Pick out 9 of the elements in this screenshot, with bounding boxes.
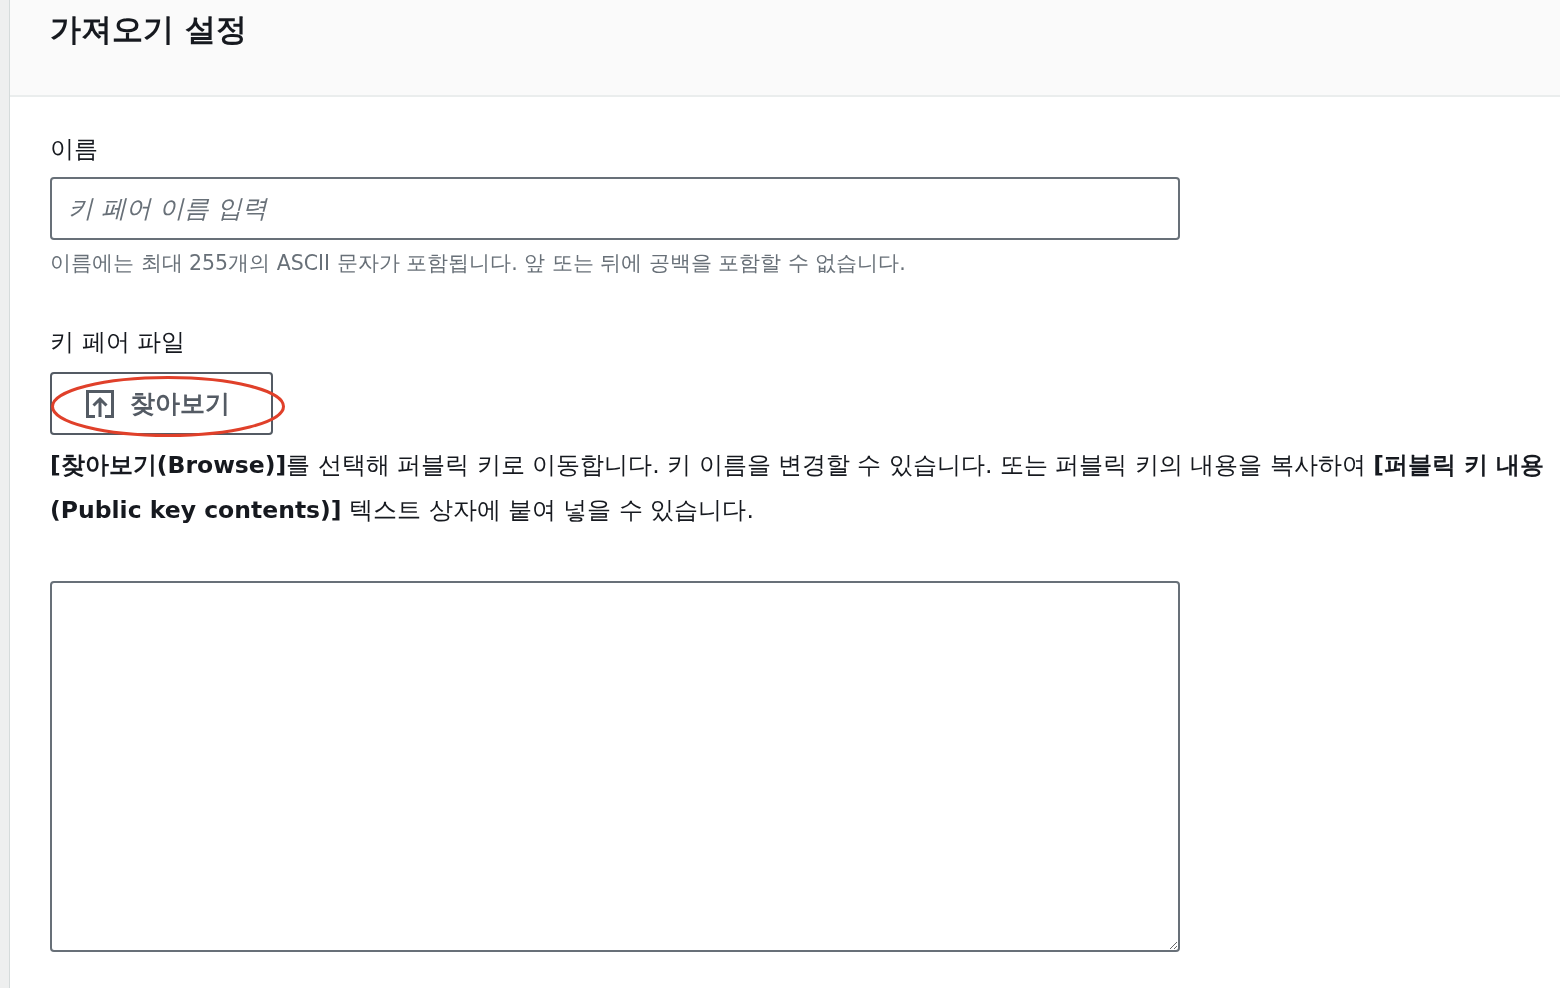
upload-icon — [86, 389, 114, 418]
field-label: 이름 — [50, 134, 98, 165]
section-title: 가져오기 설정 — [50, 11, 247, 49]
field-hint: 이름에는 최대 255개의 ASCII 문자가 포함됩니다. 앞 또는 뒤에 공백을 포함할 수 없습니다. — [50, 250, 906, 277]
field-label: 키 페어 파일 — [50, 327, 186, 358]
name-input-field[interactable]: 키 페어 이름 입력 — [50, 177, 1180, 240]
public-key-text-area[interactable] — [50, 581, 1180, 952]
browse-button[interactable]: 찾아보기 — [50, 372, 273, 435]
help-paragraph: [찾아보기(Browse)]를 선택해 퍼블릭 키로 이동합니다. 키 이름을 변경할 수 있습니다. 또는 퍼블릭 키의 내용을 복사하여 [퍼블릭 키 내용 (Public key contents)] 텍스트 상자에 붙여 넣을 수 있습니다. — [50, 450, 1546, 526]
